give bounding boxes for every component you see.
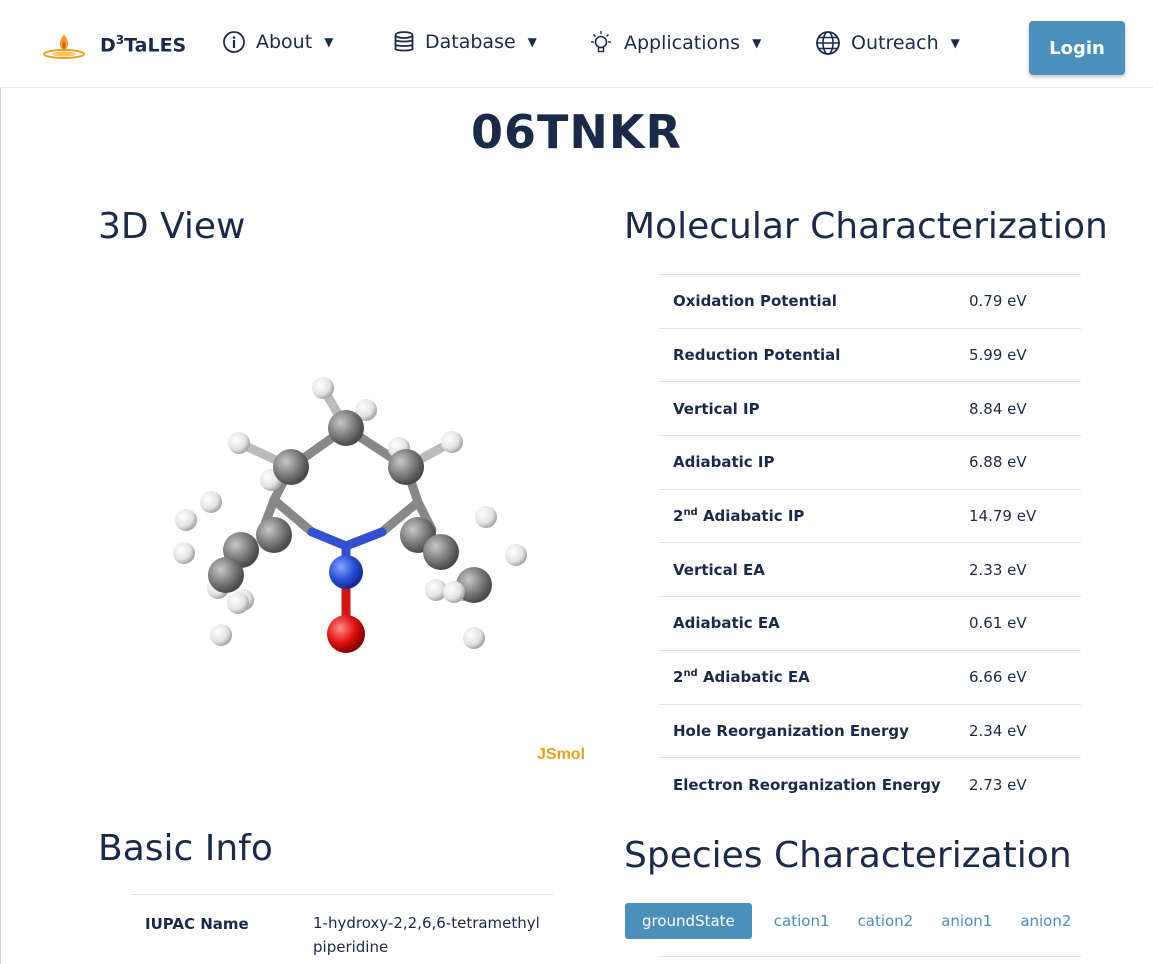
navbar: D3TaLES About ▼ Database ▼ Applications … [0,0,1153,88]
table-row: IUPAC Name 1-hydroxy-2,2,6,6-tetramethyl… [131,895,554,959]
table-row: Electron Reorganization Energy 2.73 eV [659,757,1081,811]
brand-name: D3TaLES [100,33,187,57]
nav-about-label: About [256,31,313,53]
molecular-characterization-table: Oxidation Potential 0.79 eV Reduction Po… [659,274,1081,811]
property-value: 0.61 eV [969,614,1027,633]
nav-database[interactable]: Database ▼ [393,30,537,54]
property-label: Hole Reorganization Energy [673,721,909,740]
property-label: Reduction Potential [673,346,841,365]
iupac-name-label: IUPAC Name [145,915,249,933]
nav-outreach-label: Outreach [851,32,939,54]
nav-database-label: Database [425,31,516,53]
property-label: 2nd Adiabatic IP [673,507,805,526]
section-heading-3d-view: 3D View [98,206,246,247]
property-value: 14.79 eV [969,507,1037,526]
tab-anion2[interactable]: anion2 [1010,904,1081,938]
property-label: Oxidation Potential [673,292,837,311]
property-label: Adiabatic IP [673,453,775,472]
molecule-render [173,377,527,653]
property-value: 8.84 eV [969,399,1027,418]
nav-about[interactable]: About ▼ [222,30,333,54]
nav-outreach[interactable]: Outreach ▼ [815,30,960,56]
property-label: Adiabatic EA [673,614,780,633]
property-value: 0.79 eV [969,292,1027,311]
table-row: Oxidation Potential 0.79 eV [659,274,1081,328]
chevron-down-icon: ▼ [752,36,762,50]
table-row: 2nd Adiabatic IP 14.79 eV [659,488,1081,543]
section-heading-species: Species Characterization [624,835,1072,876]
jsmol-label: JSmol [537,746,586,763]
basic-info-table: IUPAC Name 1-hydroxy-2,2,6,6-tetramethyl… [131,894,554,959]
globe-icon [816,31,840,55]
table-row: Reduction Potential 5.99 eV [659,327,1081,382]
iupac-name-value: 1-hydroxy-2,2,6,6-tetramethylpiperidine [313,914,540,956]
property-value: 2.33 eV [969,560,1027,579]
property-label: Vertical IP [673,399,760,418]
property-value: 6.66 eV [969,668,1027,687]
table-row: Hole Reorganization Energy 2.34 eV [659,703,1081,758]
chevron-down-icon: ▼ [324,35,334,49]
jsmol-viewer[interactable] [96,270,596,770]
info-icon [223,31,245,53]
tab-cation1[interactable]: cation1 [764,904,840,938]
tab-cation2[interactable]: cation2 [848,904,924,938]
table-row: 2nd Adiabatic EA 6.66 eV [659,649,1081,704]
chevron-down-icon: ▼ [527,35,537,49]
lightbulb-icon [591,31,611,53]
login-button[interactable]: Login [1029,21,1125,75]
property-value: 5.99 eV [969,346,1027,365]
species-tabs: groundState cation1 cation2 anion1 anion… [625,903,1089,939]
page-title: 06TNKR [471,105,682,159]
nav-applications-label: Applications [624,32,741,54]
section-heading-basic-info: Basic Info [98,828,273,869]
tab-groundstate[interactable]: groundState [625,903,752,939]
property-label: Vertical EA [673,560,765,579]
section-heading-molecular: Molecular Characterization [624,206,1108,247]
table-row: Vertical IP 8.84 eV [659,381,1081,435]
property-value: 2.73 eV [969,775,1027,794]
tab-anion1[interactable]: anion1 [931,904,1002,938]
property-value: 6.88 eV [969,453,1027,472]
divider [659,956,1081,957]
database-icon [394,31,414,52]
table-row: Adiabatic EA 0.61 eV [659,596,1081,650]
property-label: Electron Reorganization Energy [673,775,941,794]
property-label: 2nd Adiabatic EA [673,668,810,687]
property-value: 2.34 eV [969,721,1027,740]
brand-link[interactable]: D3TaLES [42,30,186,60]
table-row: Vertical EA 2.33 eV [659,542,1081,596]
table-row: Adiabatic IP 6.88 eV [659,435,1081,489]
flame-logo-icon [43,34,85,59]
chevron-down-icon: ▼ [950,36,960,50]
nav-applications[interactable]: Applications ▼ [588,30,761,56]
